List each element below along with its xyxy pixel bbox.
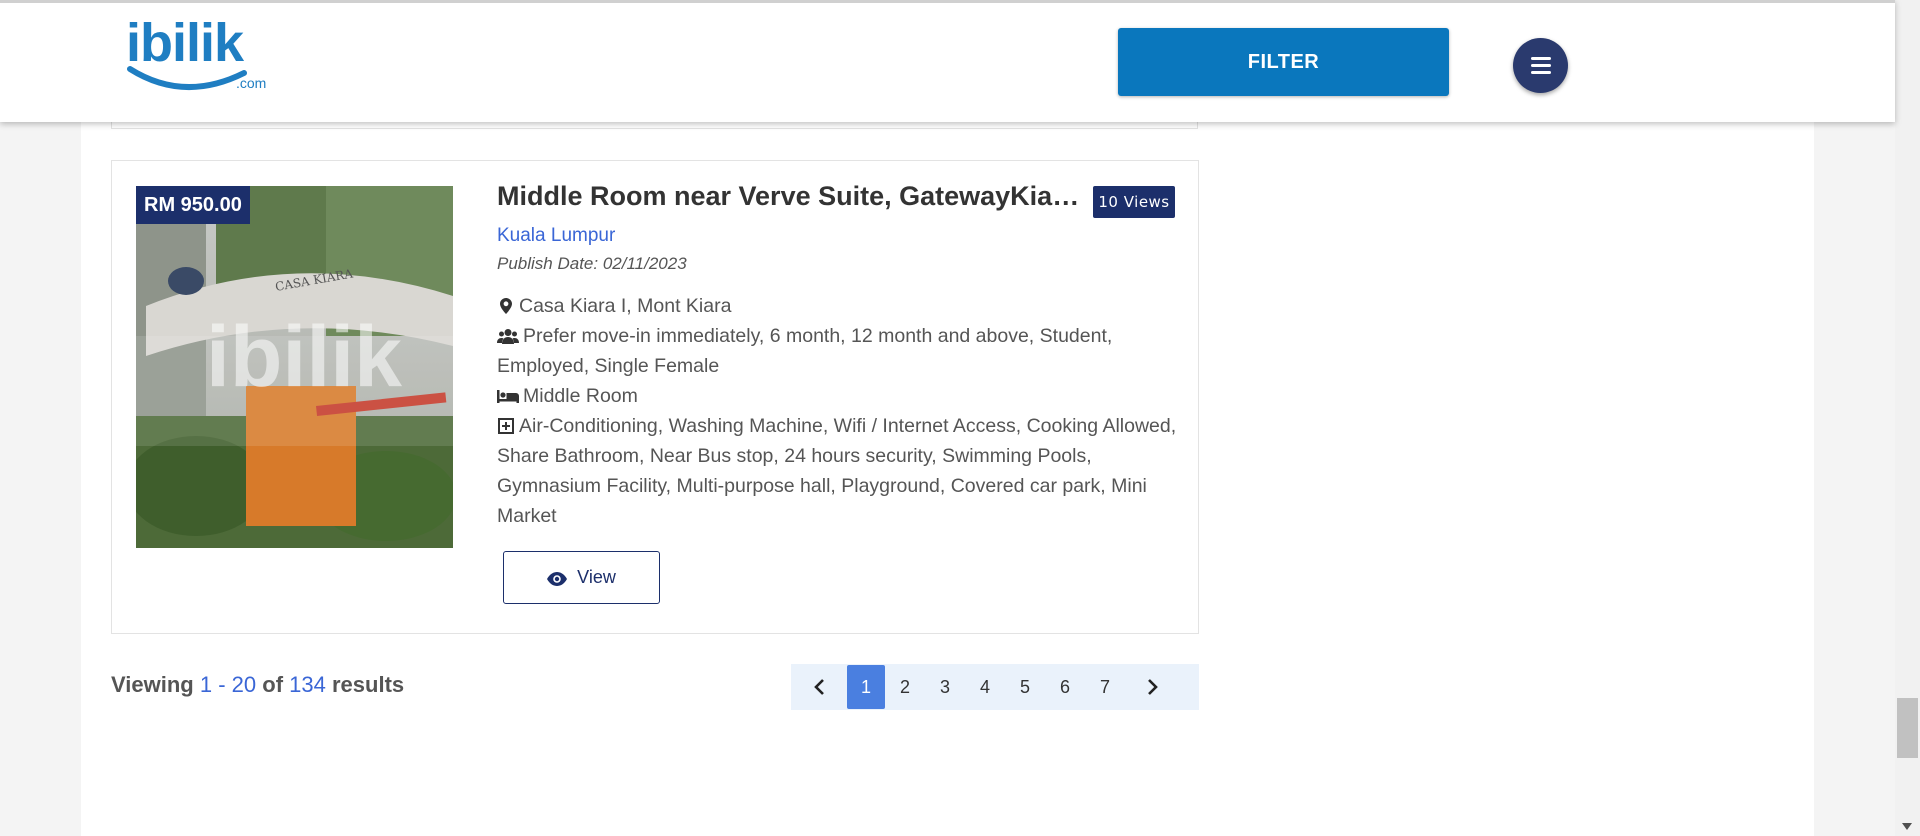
- listing-location[interactable]: Kuala Lumpur: [497, 225, 615, 247]
- preferences-row: Prefer move-in immediately, 6 month, 12 …: [497, 321, 1177, 381]
- listing-details: Casa Kiara I, Mont Kiara Prefer move-in …: [497, 291, 1177, 531]
- results-prefix: Viewing: [111, 672, 194, 697]
- publish-date: Publish Date: 02/11/2023: [497, 254, 687, 273]
- ibilik-logo[interactable]: ibilik .com: [124, 11, 272, 95]
- listing-photo[interactable]: CASA KIARA ibilik RM 950.00: [136, 186, 453, 548]
- listing-card: CASA KIARA ibilik RM 950.00 Middle Room …: [111, 160, 1199, 634]
- next-page-button[interactable]: [1125, 664, 1181, 710]
- price-tag: RM 950.00: [136, 186, 250, 224]
- results-of: of: [262, 672, 284, 697]
- plus-square-icon: [498, 418, 514, 434]
- hamburger-icon: [1531, 57, 1551, 60]
- facilities-row: Air-Conditioning, Washing Machine, Wifi …: [497, 411, 1177, 531]
- page-3-button[interactable]: 3: [925, 664, 965, 710]
- chevron-right-icon: [1148, 679, 1158, 695]
- pagination: 1 2 3 4 5 6 7: [791, 664, 1199, 710]
- page-2-button[interactable]: 2: [885, 664, 925, 710]
- page-5-button[interactable]: 5: [1005, 664, 1045, 710]
- results-total: 134: [289, 672, 326, 697]
- filter-button[interactable]: FILTER: [1118, 28, 1449, 96]
- page-7-button[interactable]: 7: [1085, 664, 1125, 710]
- page-scrollbar[interactable]: [1895, 0, 1920, 836]
- page-1-button[interactable]: 1: [847, 665, 885, 709]
- scroll-down-arrow-icon[interactable]: [1902, 823, 1912, 830]
- results-suffix: results: [331, 672, 405, 697]
- listing-title[interactable]: Middle Room near Verve Suite, GatewayKia…: [497, 181, 1087, 212]
- page-6-button[interactable]: 6: [1045, 664, 1085, 710]
- page-4-button[interactable]: 4: [965, 664, 1005, 710]
- photo-watermark: ibilik: [206, 309, 402, 405]
- results-summary: Viewing 1 - 20 of 134 results: [111, 672, 404, 698]
- view-button[interactable]: View: [503, 551, 660, 604]
- svg-text:.com: .com: [236, 75, 266, 91]
- site-header: ibilik .com FILTER: [0, 0, 1895, 122]
- views-badge: 10 Views: [1093, 186, 1175, 218]
- eye-icon: [547, 572, 568, 586]
- preferences-text: Prefer move-in immediately, 6 month, 12 …: [497, 325, 1113, 377]
- prev-page-button[interactable]: [791, 664, 847, 710]
- users-icon: [497, 329, 519, 344]
- facilities-text: Air-Conditioning, Washing Machine, Wifi …: [497, 415, 1177, 527]
- map-marker-icon: [500, 298, 512, 314]
- address-row: Casa Kiara I, Mont Kiara: [497, 291, 1177, 321]
- bed-icon: [497, 390, 519, 403]
- svg-text:ibilik: ibilik: [126, 13, 245, 73]
- chevron-left-icon: [814, 679, 824, 695]
- view-button-label: View: [577, 567, 616, 587]
- room-type-row: Middle Room: [497, 381, 1177, 411]
- address-text: Casa Kiara I, Mont Kiara: [519, 295, 732, 317]
- room-type-text: Middle Room: [523, 385, 638, 407]
- scrollbar-thumb[interactable]: [1897, 698, 1918, 758]
- menu-button[interactable]: [1513, 38, 1568, 93]
- results-range: 1 - 20: [199, 672, 257, 697]
